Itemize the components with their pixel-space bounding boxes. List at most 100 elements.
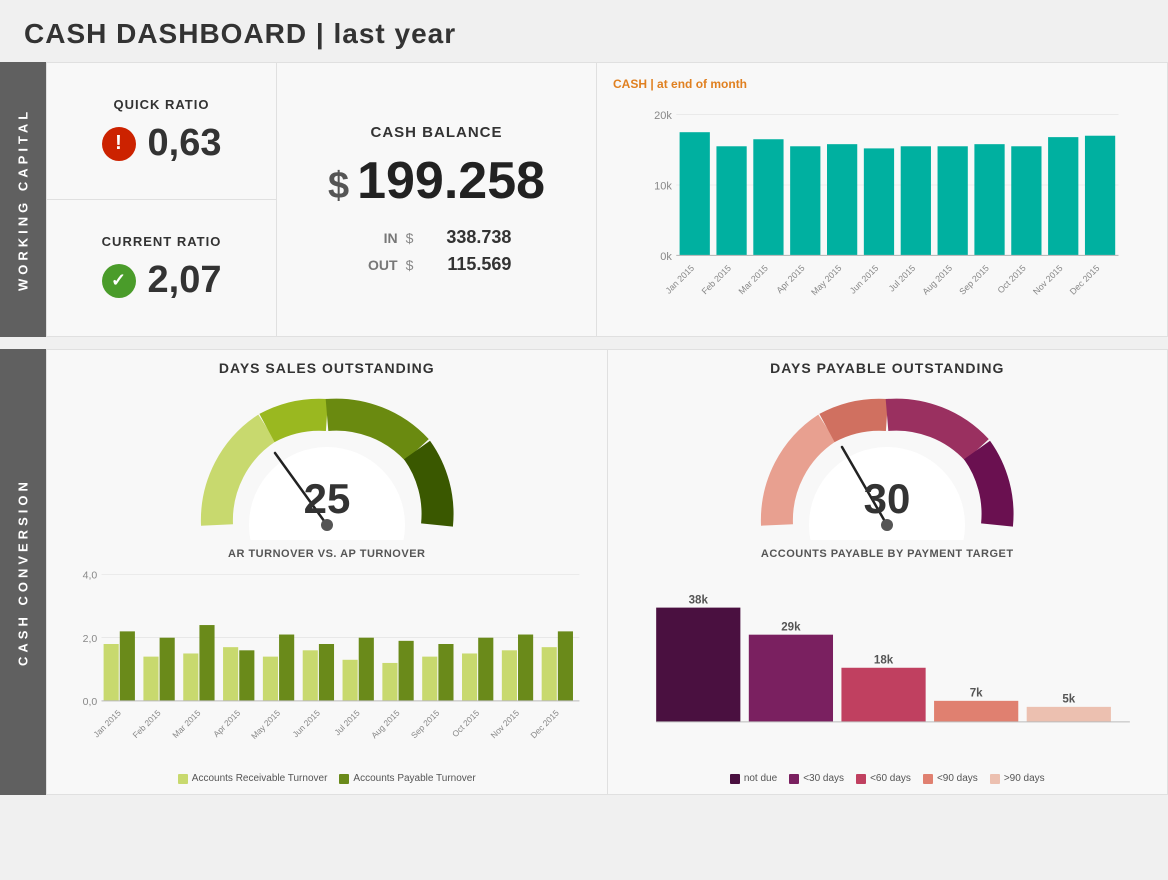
svg-text:30: 30 (864, 475, 911, 522)
dpo-gauge: 30 (618, 382, 1158, 542)
svg-text:Jun 2015: Jun 2015 (848, 263, 881, 296)
legend-label: >90 days (1004, 773, 1045, 784)
legend-ap-label: Accounts Payable Turnover (353, 773, 475, 784)
legend-label: <60 days (870, 773, 911, 784)
svg-text:18k: 18k (873, 655, 893, 667)
svg-text:May 2015: May 2015 (809, 263, 843, 297)
bottom-right: DAYS PAYABLE OUTSTANDING (608, 350, 1168, 794)
legend-item: <90 days (923, 773, 978, 784)
bottom-section: CASH CONVERSION DAYS SALES OUTSTANDING (0, 349, 1168, 795)
dso-gauge: 25 (57, 382, 597, 542)
svg-text:Feb 2015: Feb 2015 (130, 708, 162, 740)
cash-balance-label: CASH BALANCE (371, 124, 503, 141)
page-title: CASH DASHBOARD | last year (0, 0, 1168, 62)
cash-out-row: OUT $ 115.569 (362, 254, 512, 275)
bottom-content: DAYS SALES OUTSTANDING (46, 349, 1168, 795)
cash-conversion-label: CASH CONVERSION (0, 349, 46, 795)
legend-dot (990, 774, 1000, 784)
cash-in-amount: 338.738 (421, 227, 511, 248)
svg-text:Feb 2015: Feb 2015 (700, 263, 733, 296)
ap-payment-legend: not due <30 days <60 days <90 days >90 days (618, 773, 1158, 784)
current-ratio-label: CURRENT RATIO (102, 234, 222, 249)
legend-label: <30 days (803, 773, 844, 784)
quick-ratio-value-row: ! 0,63 (102, 122, 222, 165)
svg-text:Jul 2015: Jul 2015 (332, 708, 362, 738)
cash-in-label: IN (362, 230, 398, 246)
current-ratio-box: CURRENT RATIO ✓ 2,07 (47, 200, 276, 336)
legend-ar-label: Accounts Receivable Turnover (192, 773, 328, 784)
svg-text:Mar 2015: Mar 2015 (170, 708, 202, 740)
svg-text:Apr 2015: Apr 2015 (211, 708, 242, 739)
cash-in-dollar: $ (406, 230, 414, 246)
svg-text:Aug 2015: Aug 2015 (369, 708, 402, 741)
cash-in-row: IN $ 338.738 (362, 227, 512, 248)
legend-label: not due (744, 773, 777, 784)
ar-ap-chart: 4,0 2,0 0,0Jan 2015Feb 2015Mar 2015 Apr 201… (57, 564, 597, 769)
svg-text:Sep 2015: Sep 2015 (957, 263, 991, 297)
legend-dot (856, 774, 866, 784)
legend-item: >90 days (990, 773, 1045, 784)
svg-text:5k: 5k (1062, 694, 1075, 706)
cash-balance-panel: CASH BALANCE $ 199.258 IN $ 338.738 OUT … (277, 63, 597, 336)
svg-text:Jun 2015: Jun 2015 (290, 708, 322, 740)
svg-text:20k: 20k (654, 110, 672, 122)
svg-text:Sep 2015: Sep 2015 (409, 708, 442, 741)
svg-text:Nov 2015: Nov 2015 (1031, 263, 1065, 297)
top-content: QUICK RATIO ! 0,63 CURRENT RATIO ✓ 2,07 … (46, 62, 1168, 337)
cash-balance-amount: 199.258 (357, 151, 545, 211)
svg-text:38k: 38k (688, 594, 708, 606)
svg-text:Jan 2015: Jan 2015 (91, 708, 123, 740)
legend-item: <60 days (856, 773, 911, 784)
svg-text:May 2015: May 2015 (249, 708, 282, 741)
ar-ap-legend: Accounts Receivable Turnover Accounts Pa… (57, 773, 597, 784)
cash-dollar-sign: $ (328, 165, 349, 208)
svg-text:Oct 2015: Oct 2015 (450, 708, 481, 739)
ratio-panel: QUICK RATIO ! 0,63 CURRENT RATIO ✓ 2,07 (47, 63, 277, 336)
legend-dot (923, 774, 933, 784)
svg-text:10k: 10k (654, 180, 672, 192)
ap-payment-title: ACCOUNTS PAYABLE BY PAYMENT TARGET (618, 548, 1158, 560)
legend-label: <90 days (937, 773, 978, 784)
cash-in-out: IN $ 338.738 OUT $ 115.569 (307, 227, 566, 275)
svg-text:Nov 2015: Nov 2015 (489, 708, 522, 741)
top-section: WORKING CAPITAL QUICK RATIO ! 0,63 CURRE… (0, 62, 1168, 337)
cash-out-amount: 115.569 (421, 254, 511, 275)
quick-ratio-label: QUICK RATIO (114, 97, 210, 112)
dpo-title: DAYS PAYABLE OUTSTANDING (618, 360, 1158, 376)
cash-chart-title: CASH | at end of month (613, 77, 1151, 91)
svg-text:2,0: 2,0 (83, 633, 98, 645)
cash-balance-value: $ 199.258 (328, 151, 545, 211)
svg-text:Aug 2015: Aug 2015 (920, 263, 954, 297)
legend-ap: Accounts Payable Turnover (339, 773, 475, 784)
svg-text:Oct 2015: Oct 2015 (995, 263, 1027, 295)
svg-text:Apr 2015: Apr 2015 (774, 263, 806, 295)
legend-item: <30 days (789, 773, 844, 784)
bottom-left: DAYS SALES OUTSTANDING (47, 350, 608, 794)
working-capital-label: WORKING CAPITAL (0, 62, 46, 337)
svg-text:0,0: 0,0 (83, 696, 98, 708)
quick-ratio-box: QUICK RATIO ! 0,63 (47, 63, 276, 200)
svg-text:Dec 2015: Dec 2015 (528, 708, 561, 741)
current-ratio-value: 2,07 (148, 259, 222, 302)
svg-text:Mar 2015: Mar 2015 (736, 263, 769, 296)
legend-dot (730, 774, 740, 784)
cash-out-label: OUT (362, 257, 398, 273)
svg-text:Dec 2015: Dec 2015 (1068, 263, 1102, 297)
legend-ap-dot (339, 774, 349, 784)
cash-chart-panel: CASH | at end of month 20k 10k 0kJan 2015F… (597, 63, 1167, 336)
svg-text:Jan 2015: Jan 2015 (663, 263, 696, 296)
ap-payment-chart: 38k 29k 18k 7k 5k (618, 564, 1158, 769)
legend-ar-dot (178, 774, 188, 784)
svg-text:25: 25 (303, 475, 350, 522)
cash-bar-chart: 20k 10k 0kJan 2015Feb 2015Mar 2015Apr 2015… (613, 97, 1151, 322)
svg-text:4,0: 4,0 (83, 570, 98, 582)
legend-item: not due (730, 773, 777, 784)
quick-ratio-value: 0,63 (148, 122, 222, 165)
svg-text:0k: 0k (660, 251, 672, 263)
cash-out-dollar: $ (406, 257, 414, 273)
legend-ar: Accounts Receivable Turnover (178, 773, 328, 784)
current-ratio-value-row: ✓ 2,07 (102, 259, 222, 302)
ar-ap-title: AR TURNOVER VS. AP TURNOVER (57, 548, 597, 560)
svg-text:29k: 29k (781, 621, 801, 633)
svg-text:7k: 7k (969, 688, 982, 700)
